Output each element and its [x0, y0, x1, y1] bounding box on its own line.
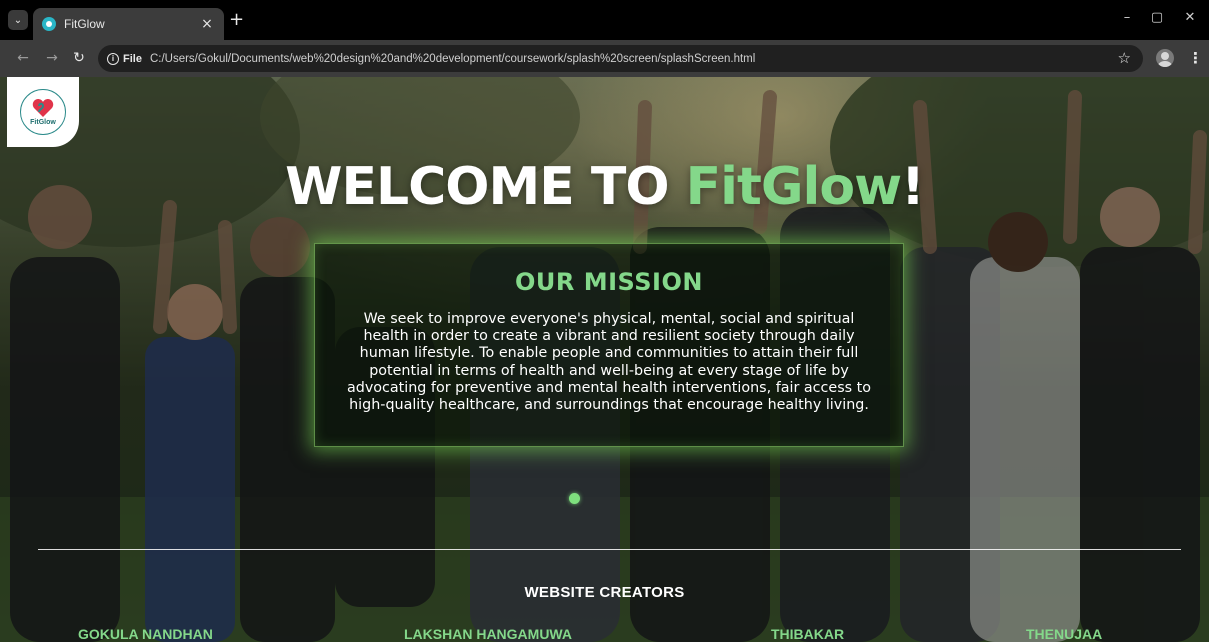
url-text[interactable]: C:/Users/Gokul/Documents/web%20design%20… [150, 53, 755, 65]
slide-indicator-dot[interactable] [569, 493, 580, 504]
welcome-prefix: WELCOME TO [285, 157, 686, 217]
forward-arrow-icon[interactable]: → [43, 50, 61, 66]
mission-line: potential in terms of health and well-be… [369, 362, 849, 379]
section-divider [38, 549, 1181, 550]
back-arrow-icon[interactable]: ← [14, 50, 32, 66]
logo-text: FitGlow [30, 119, 56, 126]
page-viewport: FitGlow WELCOME TO FitGlow! OUR MISSION … [0, 77, 1209, 642]
creator-name: THIBAKAR [771, 626, 845, 642]
welcome-brand: FitGlow [685, 157, 902, 217]
tab-strip: ⌄ FitGlow × + – ▢ ✕ [0, 0, 1209, 40]
minimize-icon[interactable]: – [1117, 10, 1137, 25]
site-info-chip[interactable]: i File [107, 52, 142, 65]
profile-avatar-icon[interactable] [1156, 49, 1174, 67]
mission-text: We seek to improve everyone's physical, … [315, 311, 903, 414]
more-menu-icon[interactable]: ⋮ [1188, 49, 1203, 67]
tab-search-chevron-icon[interactable]: ⌄ [8, 10, 28, 30]
creators-heading: WEBSITE CREATORS [524, 584, 685, 601]
mission-line: We seek to improve everyone's physical, … [363, 311, 855, 327]
mission-line: high-quality healthcare, and surrounding… [349, 397, 869, 414]
close-tab-icon[interactable]: × [199, 16, 215, 32]
welcome-heading: WELCOME TO FitGlow! [0, 157, 1209, 217]
fitglow-favicon-icon [42, 17, 56, 31]
bookmark-star-icon[interactable]: ☆ [1118, 49, 1131, 67]
browser-window: ⌄ FitGlow × + – ▢ ✕ ← → ↻ i File C:/User… [0, 0, 1209, 642]
fitglow-logo: FitGlow [20, 89, 66, 135]
reload-icon[interactable]: ↻ [70, 50, 88, 66]
info-icon: i [107, 52, 119, 65]
file-chip-label: File [123, 52, 142, 65]
welcome-suffix: ! [901, 157, 925, 217]
browser-toolbar: ← → ↻ i File C:/Users/Gokul/Documents/we… [0, 40, 1209, 77]
mission-line: advocating for preventive and mental hea… [347, 379, 871, 396]
mission-title: OUR MISSION [515, 268, 703, 296]
tab-title: FitGlow [64, 17, 105, 31]
mission-line: human lifestyle. To enable people and co… [359, 345, 859, 362]
heart-logo-icon [32, 99, 54, 117]
mission-card: OUR MISSION We seek to improve everyone'… [314, 243, 904, 447]
creator-name: THENUJAA [1026, 626, 1103, 642]
mission-line: health in order to create a vibrant and … [363, 328, 855, 345]
address-bar[interactable]: i File C:/Users/Gokul/Documents/web%20de… [98, 45, 1143, 72]
new-tab-plus-icon[interactable]: + [229, 11, 244, 29]
tab-fitglow[interactable]: FitGlow × [33, 8, 224, 40]
restore-icon[interactable]: ▢ [1147, 10, 1167, 25]
creator-name: LAKSHAN HANGAMUWA [404, 626, 572, 642]
logo-badge[interactable]: FitGlow [7, 77, 79, 147]
creator-name: GOKULA NANDHAN [78, 626, 213, 642]
close-window-icon[interactable]: ✕ [1180, 10, 1200, 25]
